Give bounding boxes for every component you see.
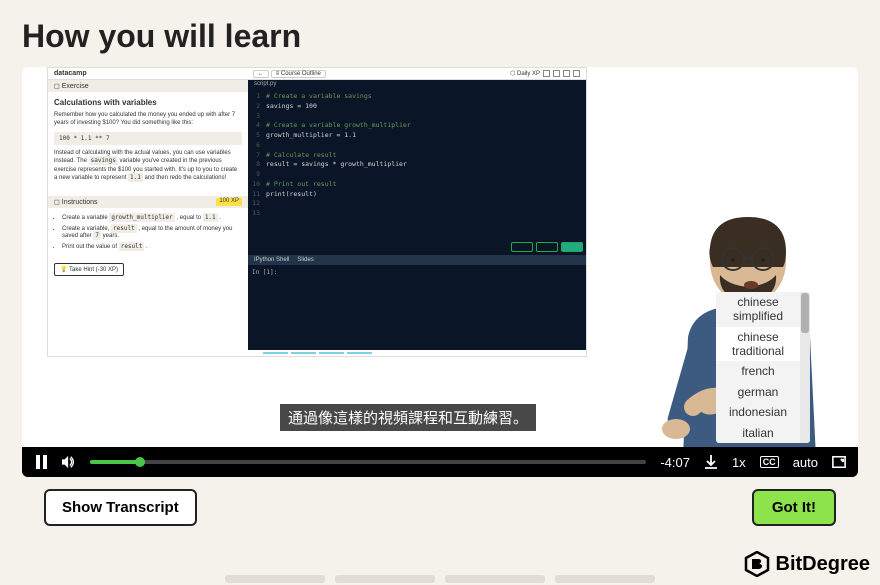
toolbar-icon xyxy=(573,70,580,77)
datacamp-screenshot: datacamp ← ≡ Course Outline ⬡ Daily XP ◻… xyxy=(47,67,587,357)
bitdegree-watermark: BitDegree xyxy=(744,551,870,577)
caption-language-menu[interactable]: chinese simplifiedchinese traditionalfre… xyxy=(716,292,810,443)
course-outline-button: ≡ Course Outline xyxy=(271,70,326,78)
instructions-list: Create a variable growth_multiplier , eq… xyxy=(48,208,248,260)
video-control-bar: -4:07 1x CC auto xyxy=(22,447,858,477)
scrollbar[interactable] xyxy=(800,292,810,443)
language-option[interactable]: french xyxy=(716,361,800,381)
pause-button[interactable] xyxy=(34,455,48,469)
shell-tab: IPython Shell xyxy=(254,257,289,263)
quality-button[interactable]: auto xyxy=(793,455,818,470)
datacamp-logo: datacamp xyxy=(54,70,87,77)
got-it-button[interactable]: Got It! xyxy=(752,489,836,526)
time-remaining: -4:07 xyxy=(660,455,690,470)
shell-tab: Slides xyxy=(297,257,313,263)
page-title: How you will learn xyxy=(22,18,858,55)
hint-button: 💡 Take Hint (-30 XP) xyxy=(54,263,124,276)
download-button[interactable] xyxy=(704,455,718,469)
code-block: 100 * 1.1 ** 7 xyxy=(54,132,242,145)
playback-speed-button[interactable]: 1x xyxy=(732,455,746,470)
language-option[interactable]: indonesian xyxy=(716,402,800,422)
exercise-title: Calculations with variables xyxy=(54,98,242,107)
xp-badge: 100 XP xyxy=(216,198,242,206)
code-editor: 1# Create a variable savings 2savings = … xyxy=(248,88,586,239)
editor-action-button xyxy=(536,242,558,252)
toolbar-icon xyxy=(563,70,570,77)
language-option[interactable]: italian xyxy=(716,423,800,443)
editor-tab: script.py xyxy=(248,80,586,88)
editor-action-button xyxy=(511,242,533,252)
daily-xp-label: ⬡ Daily XP xyxy=(510,70,540,77)
exercise-paragraph: Remember how you calculated the money yo… xyxy=(54,111,242,128)
exercise-header: ◻ Exercise xyxy=(48,80,248,92)
toolbar-icon xyxy=(543,70,550,77)
bitdegree-logo-icon xyxy=(744,551,770,577)
show-transcript-button[interactable]: Show Transcript xyxy=(44,489,197,526)
toolbar-icon xyxy=(553,70,560,77)
ipython-shell: In [1]: xyxy=(248,265,586,350)
volume-button[interactable] xyxy=(62,455,76,469)
language-option[interactable]: chinese simplified xyxy=(716,292,800,327)
back-icon: ← xyxy=(253,70,269,78)
language-option[interactable]: german xyxy=(716,382,800,402)
fullscreen-button[interactable] xyxy=(832,455,846,469)
editor-run-button xyxy=(561,242,583,252)
video-player-area: datacamp ← ≡ Course Outline ⬡ Daily XP ◻… xyxy=(22,67,858,447)
exercise-paragraph: Instead of calculating with the actual v… xyxy=(54,149,242,183)
video-progress-bar[interactable] xyxy=(90,460,646,464)
language-option[interactable]: chinese traditional xyxy=(716,327,800,362)
video-caption: 通過像這樣的視頻課程和互動練習。 xyxy=(280,404,536,431)
tab-placeholders xyxy=(225,575,655,583)
captions-button[interactable]: CC xyxy=(760,456,779,468)
instructions-header: ◻ Instructions 100 XP xyxy=(48,196,248,208)
